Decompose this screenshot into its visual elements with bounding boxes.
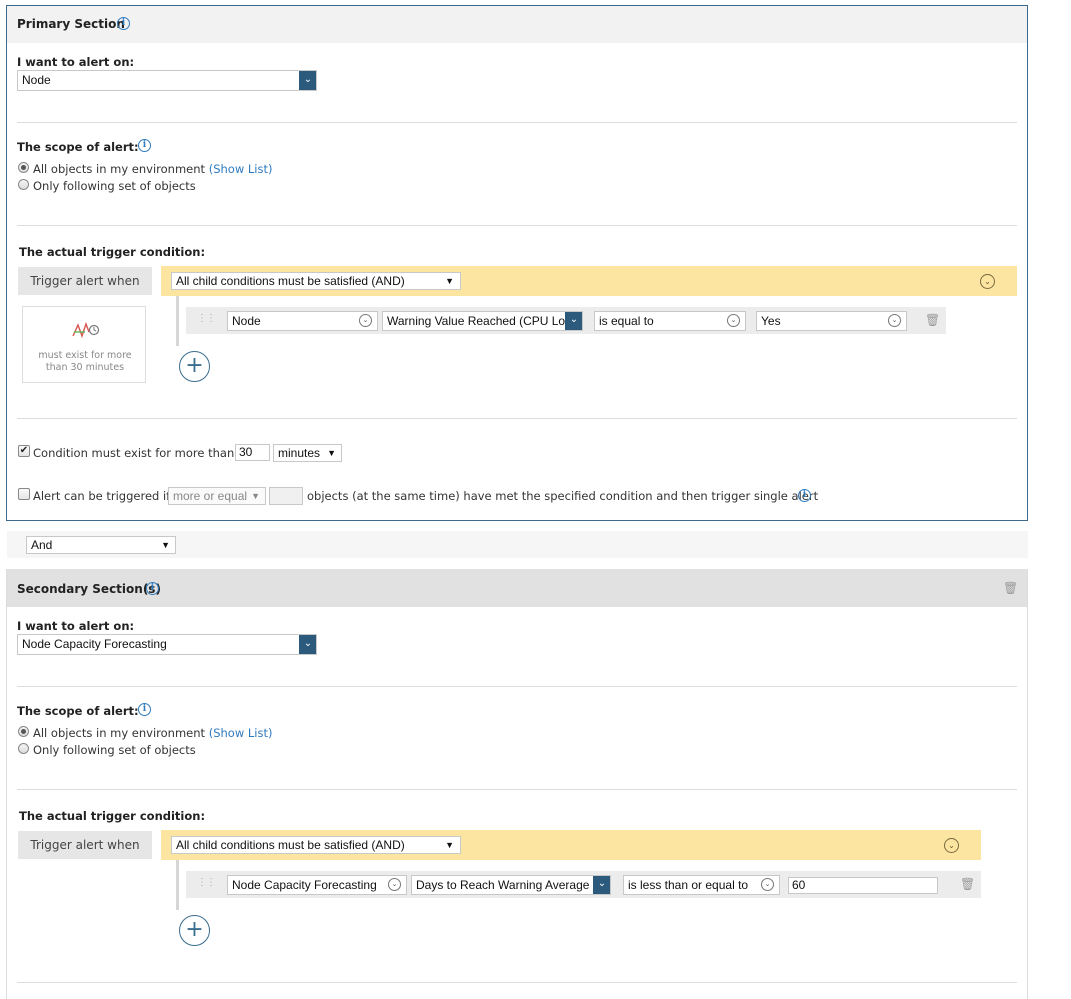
condition-operator-select[interactable]: is less than or equal to ⌄ xyxy=(623,875,780,895)
scope-all-radio[interactable] xyxy=(18,162,29,173)
trash-icon[interactable]: 🗑 xyxy=(925,313,940,327)
trigger-mode-select[interactable]: All child conditions must be satisfied (… xyxy=(171,272,461,290)
trigger-mode-value: All child conditions must be satisfied (… xyxy=(176,838,405,852)
trigger-when-label: Trigger alert when xyxy=(18,267,152,295)
dropdown-arrow-icon: ▼ xyxy=(445,276,454,286)
info-icon[interactable]: i xyxy=(798,489,811,502)
duration-chart-icon xyxy=(72,321,100,339)
combinator-value: And xyxy=(31,538,53,552)
scope-following-radio[interactable] xyxy=(18,179,29,190)
show-list-link[interactable]: (Show List) xyxy=(209,162,273,176)
divider xyxy=(17,122,1017,123)
objects-text: objects (at the same time) have met the … xyxy=(307,489,819,503)
primary-section-header xyxy=(7,6,1027,43)
alert-on-value: Node Capacity Forecasting xyxy=(22,637,167,651)
chevron-down-icon[interactable]: ⌄ xyxy=(299,71,316,90)
exist-duration-input[interactable]: 30 xyxy=(235,444,270,461)
scope-all-label: All objects in my environment (Show List… xyxy=(33,726,273,740)
divider xyxy=(17,225,1017,226)
condition-tree-line xyxy=(176,860,179,910)
condition-operator-value: is equal to xyxy=(599,314,654,328)
condition-field-select[interactable]: Warning Value Reached (CPU Lo ⌄ xyxy=(382,311,583,331)
drag-handle-icon[interactable]: ⋮⋮ xyxy=(197,313,216,324)
divider xyxy=(17,418,1017,419)
secondary-section-title: Secondary Section(s) xyxy=(17,582,161,596)
alert-on-label: I want to alert on: xyxy=(17,55,135,69)
exist-checkbox[interactable]: ✔ xyxy=(18,445,30,457)
collapse-icon[interactable]: ⌄ xyxy=(980,274,995,289)
duration-card: must exist for more than 30 minutes xyxy=(22,306,146,383)
trigger-mode-value: All child conditions must be satisfied (… xyxy=(176,274,405,288)
exist-unit-value: minutes xyxy=(278,446,321,460)
more-or-equal-select[interactable]: more or equal ▼ xyxy=(168,487,266,505)
combinator-select[interactable]: And ▼ xyxy=(26,536,176,554)
triggered-if-label: Alert can be triggered if xyxy=(33,489,171,503)
trash-icon[interactable]: 🗑 xyxy=(1003,581,1018,595)
condition-operator-value: is less than or equal to xyxy=(628,878,749,892)
chevron-down-icon[interactable]: ⌄ xyxy=(299,635,316,654)
collapse-icon[interactable]: ⌄ xyxy=(944,838,959,853)
scope-all-radio[interactable] xyxy=(18,726,29,737)
trash-icon[interactable]: 🗑 xyxy=(960,877,975,891)
chevron-down-icon[interactable]: ⌄ xyxy=(359,314,372,327)
dropdown-arrow-icon: ▼ xyxy=(251,491,260,501)
scope-following-radio[interactable] xyxy=(18,743,29,754)
condition-field-select[interactable]: Days to Reach Warning Average ⌄ xyxy=(411,875,611,895)
alert-on-value: Node xyxy=(22,73,51,87)
condition-value-input[interactable]: 60 xyxy=(788,877,938,894)
chevron-down-icon[interactable]: ⌄ xyxy=(727,314,740,327)
chevron-down-icon[interactable]: ⌄ xyxy=(565,312,582,330)
duration-note: must exist for more than 30 minutes xyxy=(38,350,132,373)
dropdown-arrow-icon: ▼ xyxy=(445,840,454,850)
condition-tree-line xyxy=(176,296,179,346)
dropdown-arrow-icon: ▼ xyxy=(327,448,336,458)
scope-following-label: Only following set of objects xyxy=(33,743,196,757)
dropdown-arrow-icon: ▼ xyxy=(161,540,170,550)
chevron-down-icon[interactable]: ⌄ xyxy=(761,878,774,891)
alert-on-label: I want to alert on: xyxy=(17,619,135,633)
condition-value: Yes xyxy=(761,314,781,328)
divider xyxy=(17,686,1017,687)
exist-unit-select[interactable]: minutes ▼ xyxy=(273,444,342,462)
info-icon[interactable]: i xyxy=(138,703,151,716)
chevron-down-icon[interactable]: ⌄ xyxy=(888,314,901,327)
info-icon[interactable]: i xyxy=(146,582,159,595)
info-icon[interactable]: i xyxy=(117,17,130,30)
chevron-down-icon[interactable]: ⌄ xyxy=(593,876,610,894)
condition-object-select[interactable]: Node ⌄ xyxy=(227,311,378,331)
drag-handle-icon[interactable]: ⋮⋮ xyxy=(197,877,216,888)
condition-field-value: Warning Value Reached (CPU Lo xyxy=(387,314,566,328)
condition-object-value: Node xyxy=(232,314,261,328)
triggered-if-checkbox[interactable] xyxy=(18,488,30,500)
divider xyxy=(17,789,1017,790)
scope-label: The scope of alert: xyxy=(17,704,139,718)
scope-label: The scope of alert: xyxy=(17,140,139,154)
scope-following-label: Only following set of objects xyxy=(33,179,196,193)
condition-object-value: Node Capacity Forecasting xyxy=(232,878,377,892)
object-count-input[interactable] xyxy=(269,487,303,505)
show-list-link[interactable]: (Show List) xyxy=(209,726,273,740)
info-icon[interactable]: i xyxy=(138,139,151,152)
alert-on-select[interactable]: Node ⌄ xyxy=(17,70,317,91)
alert-on-select[interactable]: Node Capacity Forecasting ⌄ xyxy=(17,634,317,655)
primary-section-title: Primary Section xyxy=(17,17,125,31)
condition-operator-select[interactable]: is equal to ⌄ xyxy=(594,311,746,331)
add-condition-button[interactable]: + xyxy=(179,351,210,382)
condition-field-value: Days to Reach Warning Average xyxy=(416,878,590,892)
trigger-mode-select[interactable]: All child conditions must be satisfied (… xyxy=(171,836,461,854)
condition-value-select[interactable]: Yes ⌄ xyxy=(756,311,907,331)
trigger-heading: The actual trigger condition: xyxy=(19,809,206,823)
condition-object-select[interactable]: Node Capacity Forecasting ⌄ xyxy=(227,875,407,895)
trigger-heading: The actual trigger condition: xyxy=(19,245,206,259)
exist-label: Condition must exist for more than xyxy=(33,446,235,460)
trigger-when-label: Trigger alert when xyxy=(18,831,152,859)
divider xyxy=(17,982,1017,983)
scope-all-label: All objects in my environment (Show List… xyxy=(33,162,273,176)
chevron-down-icon[interactable]: ⌄ xyxy=(388,878,401,891)
add-condition-button[interactable]: + xyxy=(179,915,210,946)
more-or-equal-value: more or equal xyxy=(173,489,248,503)
